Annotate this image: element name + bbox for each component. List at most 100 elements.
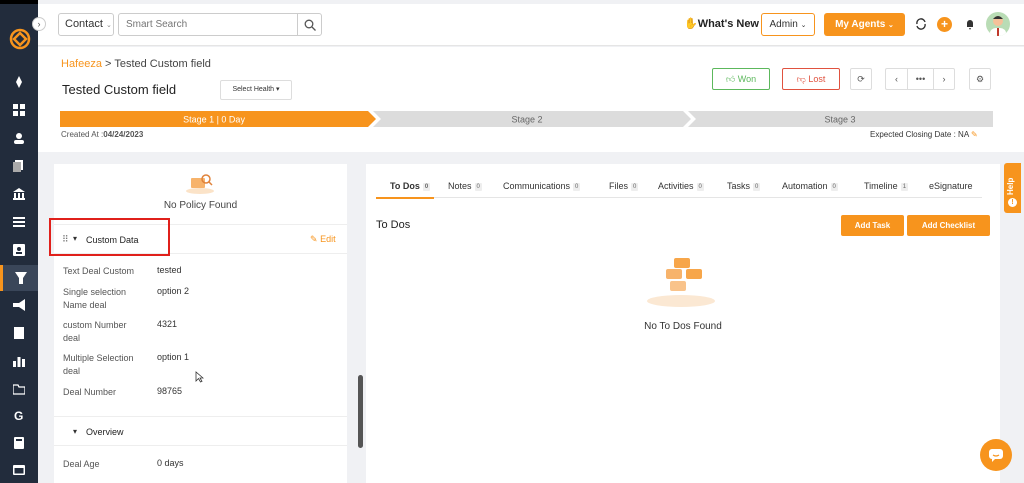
field-label: Single selection Name deal [63, 287, 127, 310]
more-options-button[interactable]: ••• [907, 68, 933, 90]
tab-files[interactable]: Files 0 [609, 181, 639, 191]
pencil-icon[interactable]: ✎ [971, 130, 978, 139]
tab-automation[interactable]: Automation 0 [782, 181, 838, 191]
lost-button[interactable]: 👎︎ Lost [782, 68, 840, 90]
user-avatar[interactable] [986, 12, 1010, 36]
search-icon[interactable] [297, 13, 322, 36]
document-icon[interactable] [0, 323, 38, 343]
megaphone-icon[interactable] [0, 295, 38, 315]
overview-section-header[interactable]: ▾ Overview [54, 416, 347, 446]
chat-button[interactable] [980, 439, 1012, 471]
won-label: Won [737, 74, 757, 84]
breadcrumb-separator: > [101, 58, 115, 70]
select-health-dropdown[interactable]: Select Health ▾ [220, 80, 292, 100]
my-agents-label: My Agents [835, 19, 886, 30]
app-logo[interactable] [9, 28, 31, 50]
contacts-icon[interactable] [0, 128, 38, 148]
refresh-icon: ⟳ [857, 74, 865, 84]
add-task-button[interactable]: Add Task [841, 215, 904, 236]
admin-select[interactable]: Admin ⌄ [761, 13, 815, 36]
field-value: option 2 [157, 286, 190, 296]
field-label: custom Number deal [63, 320, 127, 343]
bank-icon[interactable] [0, 184, 38, 204]
caret-down-icon[interactable]: ▾ [73, 427, 77, 436]
settings-button[interactable]: ⚙ [969, 68, 991, 90]
tab-tasks[interactable]: Tasks 0 [727, 181, 761, 191]
tab-count-badge: 0 [830, 182, 838, 191]
tab-label: Communications [503, 181, 571, 191]
deal-title: Tested Custom field [62, 82, 177, 97]
chevron-right-icon: › [942, 74, 946, 84]
deals-funnel-icon[interactable] [0, 265, 38, 291]
edit-custom-data-button[interactable]: ✎ Edit [310, 234, 336, 245]
tab-count-badge: 0 [631, 182, 639, 191]
pencil-icon: ✎ [310, 234, 318, 244]
list-icon[interactable] [0, 212, 38, 232]
ellipsis-icon: ••• [915, 74, 926, 84]
tab-label: Timeline [864, 181, 898, 191]
my-agents-button[interactable]: My Agents ⌄ [824, 13, 905, 36]
breadcrumb-parent-link[interactable]: Hafeeza [61, 58, 102, 70]
calculator-icon[interactable] [0, 433, 38, 453]
whats-new-label: What's New [697, 18, 759, 30]
chevron-down-icon: ⌄ [105, 22, 112, 29]
previous-button[interactable]: ‹ [885, 68, 907, 90]
created-at-value: 04/24/2023 [103, 130, 144, 139]
add-icon[interactable]: + [937, 17, 952, 32]
chat-icon [989, 449, 1003, 462]
tab-to-dos[interactable]: To Dos 0 [390, 181, 431, 191]
dashboard-icon[interactable] [0, 100, 38, 120]
copy-icon[interactable] [0, 156, 38, 176]
field-label: Multiple Selection deal [63, 353, 134, 376]
active-tab-indicator [376, 197, 434, 199]
bell-icon[interactable] [964, 18, 976, 30]
tab-esignature[interactable]: eSignature [929, 181, 973, 191]
thumbs-down-icon: 👎︎ [796, 74, 806, 84]
help-tab[interactable]: Help ! [1004, 163, 1021, 213]
stage-1-label: Stage 1 | 0 Day [183, 115, 245, 125]
deal-details-panel: No Policy Found ⠿ ▾ Custom Data ✎ Edit T… [54, 164, 347, 483]
thumbs-up-icon: 👍︎ [725, 74, 736, 84]
contact-card-icon[interactable] [0, 240, 38, 260]
empty-state-text: No To Dos Found [644, 321, 722, 332]
tab-label: Notes [448, 181, 472, 191]
chevron-down-icon: ⌄ [888, 22, 894, 29]
whats-new-link[interactable]: ✋What's New [684, 17, 759, 30]
contact-module-select[interactable]: Contact ⌄ [58, 13, 114, 36]
next-button[interactable]: › [933, 68, 955, 90]
tab-label: Tasks [727, 181, 751, 191]
admin-label: Admin [769, 19, 798, 30]
stage-3-label: Stage 3 [824, 115, 855, 125]
created-at-label: Created At : [61, 130, 104, 139]
tab-notes[interactable]: Notes 0 [448, 181, 482, 191]
refresh-button[interactable]: ⟳ [850, 68, 872, 90]
stage-progress-bar: Stage 1 | 0 Day Stage 2 Stage 3 [60, 111, 993, 127]
refresh-icon[interactable] [915, 18, 927, 30]
folder-icon[interactable] [0, 379, 38, 399]
gear-icon: ⚙ [975, 74, 985, 84]
won-button[interactable]: 👍︎ Won [712, 68, 770, 90]
rocket-icon[interactable] [0, 72, 38, 92]
no-policy-illustration [186, 174, 214, 194]
scrollbar-thumb[interactable] [358, 375, 363, 448]
reports-icon[interactable] [0, 351, 38, 371]
stage-2-label: Stage 2 [511, 115, 542, 125]
smart-search-input[interactable] [118, 13, 322, 36]
google-icon[interactable]: G [0, 405, 38, 425]
chevron-down-icon: ⌄ [800, 22, 807, 29]
tab-label: eSignature [929, 181, 973, 191]
tab-count-badge: 0 [474, 182, 482, 191]
tab-activities[interactable]: Activities 0 [658, 181, 704, 191]
field-value: 4321 [157, 319, 178, 329]
tab-communications[interactable]: Communications 0 [503, 181, 581, 191]
tab-count-badge: 0 [573, 182, 581, 191]
svg-text:G: G [14, 409, 23, 421]
no-policy-text: No Policy Found [163, 200, 238, 211]
calendar-icon[interactable] [0, 459, 38, 479]
add-checklist-button[interactable]: Add Checklist [907, 215, 990, 236]
deal-header: Hafeeza > Tested Custom field Tested Cus… [38, 47, 1024, 152]
mouse-cursor-icon [195, 371, 204, 383]
sidebar-toggle-button[interactable]: › [32, 17, 46, 31]
tab-count-badge: 0 [753, 182, 761, 191]
tab-timeline[interactable]: Timeline 1 [864, 181, 909, 191]
